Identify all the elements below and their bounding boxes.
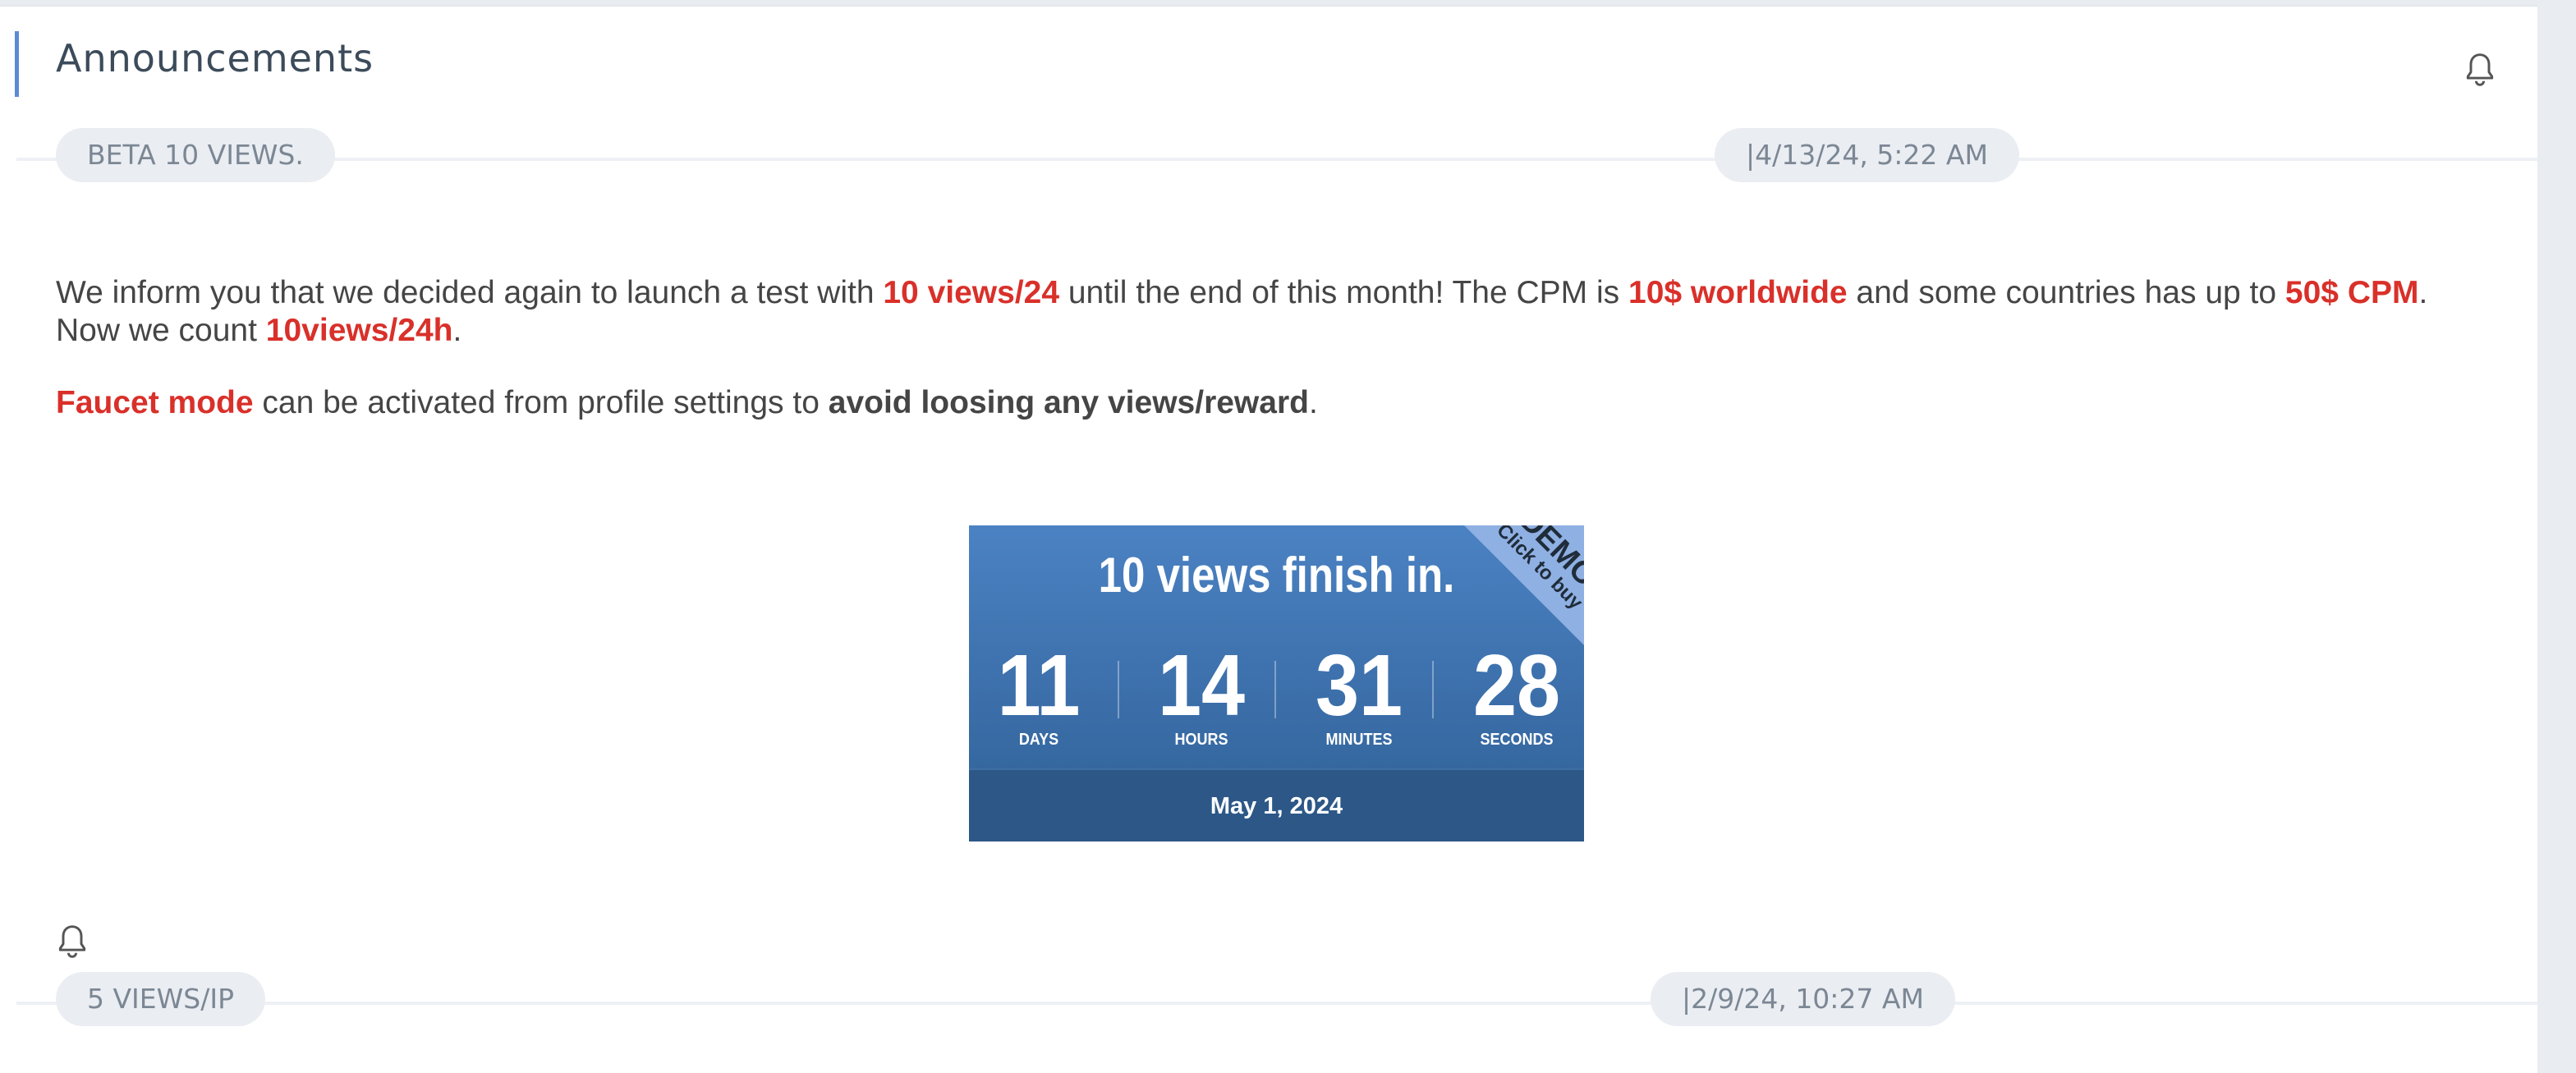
countdown-minutes-label: MINUTES — [1325, 731, 1393, 749]
announcement-paragraph-2: Faucet mode can be activated from profil… — [56, 384, 2437, 422]
paragraph-segment: 10$ worldwide — [1628, 275, 1848, 310]
paragraph-segment: . — [452, 313, 462, 348]
paragraph-segment: Faucet mode — [56, 385, 254, 420]
countdown-end-date: May 1, 2024 — [969, 768, 1584, 841]
title-accent-bar — [15, 31, 19, 97]
paragraph-segment: 10views/24h — [265, 313, 453, 348]
bell-icon[interactable] — [2462, 49, 2498, 90]
countdown-hours-value: 14 — [1157, 637, 1246, 734]
paragraph-segment: . — [1308, 385, 1318, 420]
paragraph-segment: avoid loosing any views/reward — [828, 385, 1309, 420]
announcement-tag: BETA 10 VIEWS. — [56, 128, 335, 182]
countdown-days-value: 11 — [997, 637, 1081, 734]
countdown-timer-banner[interactable]: 10 views finish in. 11 DAYS 14 HOURS 31 … — [969, 525, 1584, 841]
countdown-days-label: DAYS — [1018, 731, 1059, 749]
announcement-divider — [16, 158, 2537, 161]
announcement-date: |4/13/24, 5:22 AM — [1715, 128, 2019, 182]
countdown-separator — [1432, 661, 1434, 718]
countdown-days: 11 DAYS — [969, 640, 1109, 750]
paragraph-segment: 50$ CPM — [2284, 275, 2419, 310]
announcement-divider — [16, 1002, 2537, 1005]
countdown-seconds-value: 28 — [1472, 637, 1561, 734]
announcement-date: |2/9/24, 10:27 AM — [1651, 972, 1955, 1026]
announcement-tag: 5 VIEWS/IP — [56, 972, 265, 1026]
paragraph-segment: and some countries has up to — [1847, 275, 2285, 310]
countdown-separator — [1118, 661, 1119, 718]
announcements-card: Announcements BETA 10 VIEWS. |4/13/24, 5… — [0, 5, 2537, 1073]
paragraph-segment: We inform you that we decided again to l… — [56, 275, 884, 310]
countdown-title: 10 views finish in. — [1098, 548, 1455, 603]
announcement-paragraph-1: We inform you that we decided again to l… — [56, 274, 2437, 350]
paragraph-segment: until the end of this month! The CPM is — [1059, 275, 1628, 310]
countdown-minutes-value: 31 — [1315, 637, 1403, 734]
countdown-minutes: 31 MINUTES — [1289, 640, 1429, 750]
countdown-seconds-label: SECONDS — [1480, 731, 1554, 749]
countdown-hours-label: HOURS — [1174, 731, 1228, 749]
countdown-hours: 14 HOURS — [1132, 640, 1271, 750]
bell-icon[interactable] — [54, 921, 90, 962]
countdown-seconds: 28 SECONDS — [1447, 640, 1584, 750]
page-title: Announcements — [56, 36, 374, 80]
countdown-separator — [1274, 661, 1276, 718]
paragraph-segment: 10 views/24 — [883, 275, 1060, 310]
paragraph-segment: can be activated from profile settings t… — [253, 385, 829, 420]
